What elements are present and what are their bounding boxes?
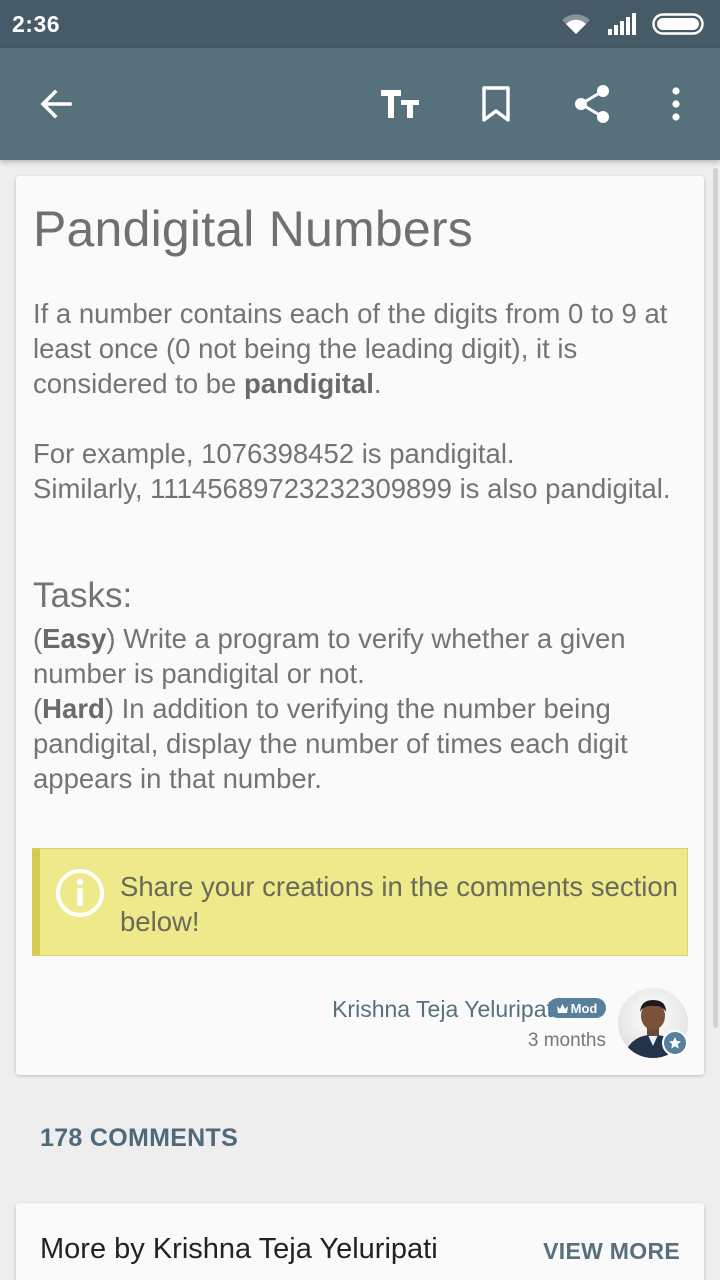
info-notice: Share your creations in the comments sec… bbox=[32, 848, 688, 956]
more-by-title: More by Krishna Teja Yeluripati bbox=[40, 1233, 438, 1265]
status-time: 2:36 bbox=[12, 10, 61, 37]
wifi-icon bbox=[562, 14, 590, 34]
text-size-icon bbox=[381, 90, 419, 118]
back-arrow-icon bbox=[40, 89, 72, 119]
info-icon bbox=[56, 869, 104, 917]
tasks-heading: Tasks: bbox=[33, 576, 133, 615]
status-icons bbox=[560, 12, 706, 36]
article-title: Pandigital Numbers bbox=[33, 201, 473, 257]
status-bar: 2:36 bbox=[0, 0, 720, 48]
task-hard: (Hard) In addition to verifying the numb… bbox=[33, 693, 628, 794]
intro-end: . bbox=[373, 368, 382, 399]
article-example: For example, 1076398452 is pandigital. S… bbox=[33, 436, 693, 506]
example-line-2: Similarly, 11145689723232309899 is also … bbox=[33, 473, 671, 504]
task-easy-label: Easy bbox=[42, 623, 107, 654]
signal-icon bbox=[608, 13, 636, 35]
author-name[interactable]: Krishna Teja Yeluripati bbox=[332, 996, 558, 1023]
share-button[interactable] bbox=[564, 76, 620, 132]
scrollbar[interactable] bbox=[713, 168, 718, 1028]
back-button[interactable] bbox=[28, 76, 84, 132]
notice-text: Share your creations in the comments sec… bbox=[120, 871, 678, 937]
bookmark-icon bbox=[482, 86, 510, 122]
more-by-card: More by Krishna Teja Yeluripati VIEW MOR… bbox=[16, 1203, 704, 1280]
text-size-button[interactable] bbox=[372, 76, 428, 132]
bookmark-button[interactable] bbox=[468, 76, 524, 132]
comments-count[interactable]: 178 COMMENTS bbox=[40, 1124, 238, 1153]
mod-badge-label: Mod bbox=[570, 1000, 598, 1016]
task-hard-label: Hard bbox=[42, 693, 105, 724]
mod-badge: Mod bbox=[548, 998, 606, 1018]
share-icon bbox=[575, 85, 609, 123]
moderator-star-badge bbox=[662, 1030, 688, 1056]
intro-bold-term: pandigital bbox=[243, 368, 374, 399]
task-easy: (Easy) Write a program to verify whether… bbox=[33, 623, 626, 689]
task-hard-text: In addition to verifying the number bein… bbox=[33, 693, 628, 794]
article-intro: If a number contains each of the digits … bbox=[33, 296, 693, 401]
battery-icon bbox=[652, 13, 704, 35]
star-icon bbox=[669, 1037, 681, 1049]
more-options-button[interactable] bbox=[648, 76, 704, 132]
view-more-button[interactable]: VIEW MORE bbox=[543, 1238, 680, 1265]
article-card: Pandigital Numbers If a number contains … bbox=[16, 176, 704, 1075]
more-vert-icon bbox=[672, 87, 680, 121]
crown-icon bbox=[556, 1003, 568, 1013]
task-easy-text: Write a program to verify whether a give… bbox=[33, 623, 626, 689]
app-bar bbox=[0, 48, 720, 160]
post-age: 3 months bbox=[527, 1030, 606, 1051]
example-line-1: For example, 1076398452 is pandigital. bbox=[33, 438, 515, 469]
